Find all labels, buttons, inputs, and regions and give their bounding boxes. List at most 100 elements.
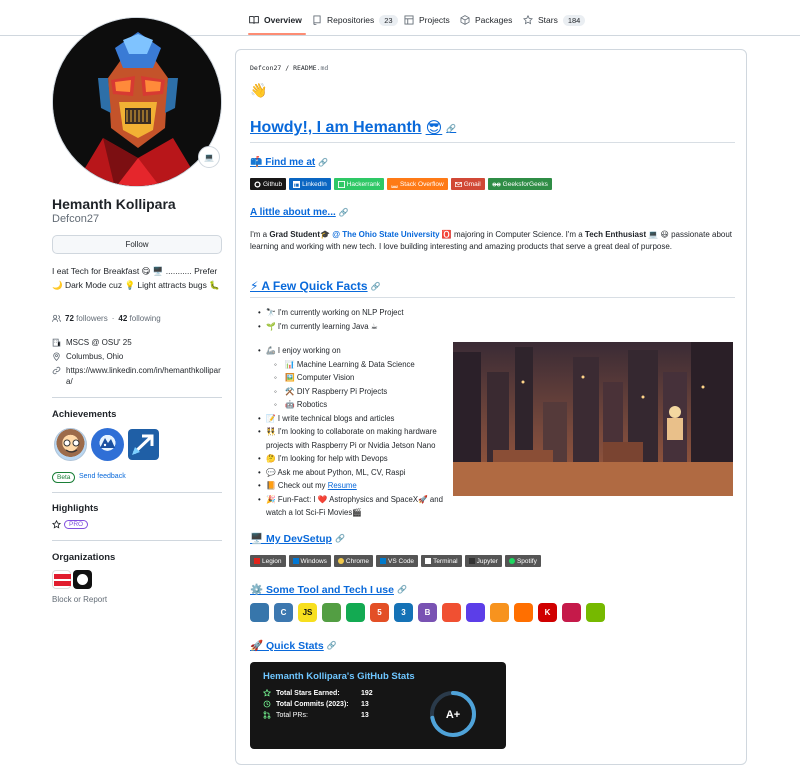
python-icon (250, 603, 269, 622)
heading-rule (250, 297, 735, 298)
readme-path-user[interactable]: Defcon27 (250, 64, 281, 72)
badge-label: Jupyter (476, 557, 498, 565)
about-heading[interactable]: A little about me... 🔗 (250, 207, 349, 218)
anchor-link-icon[interactable]: 🔗 (339, 208, 349, 217)
achievement-badge[interactable] (91, 428, 124, 461)
list-item: 🌱 I'm currently learning Java ☕ (258, 320, 404, 334)
mongodb-icon (346, 603, 365, 622)
geeksforgeeks-badge[interactable]: GeeksforGeeks (487, 178, 552, 190)
badge-label: Windows (300, 557, 327, 565)
shark-icon (100, 438, 115, 448)
readme-path-separator: / (281, 64, 294, 72)
follow-button[interactable]: Follow (52, 235, 222, 254)
about-heading-text: A little about me... (250, 207, 336, 218)
readme-path: Defcon27 / README.md (250, 64, 328, 72)
nvidia-icon (586, 603, 605, 622)
section-divider (52, 540, 222, 541)
c-icon: C (274, 603, 293, 622)
tab-projects[interactable]: Projects (404, 10, 450, 30)
hackerrank-badge[interactable]: Hackerrank (333, 178, 384, 190)
anchor-link-icon[interactable]: 🔗 (335, 534, 345, 543)
badge-label: Spotify (516, 557, 537, 565)
organizations-title: Organizations (52, 552, 116, 563)
quick-stats-heading-text: 🚀 Quick Stats (250, 640, 324, 652)
organization-avatar[interactable] (52, 570, 71, 589)
star-icon (52, 520, 61, 529)
devsetup-heading[interactable]: 🖥️ My DevSetup 🔗 (250, 532, 345, 545)
stackoverflow-badge[interactable]: Stack Overflow (386, 178, 448, 190)
section-divider (52, 492, 222, 493)
jupyter-icon (468, 558, 475, 564)
resume-link[interactable]: Resume (328, 481, 357, 490)
profile-bio: I eat Tech for Breakfast 😋 🖥️ ..........… (52, 266, 220, 290)
tab-overview[interactable]: Overview (249, 10, 302, 30)
quick-facts-heading-text: ⚡ A Few Quick Facts (250, 279, 368, 293)
osu-link[interactable]: @ The Ohio State University (332, 230, 439, 239)
tab-packages[interactable]: Packages (460, 10, 512, 30)
anchor-link-icon[interactable]: 🔗 (397, 585, 407, 594)
heading-rule (250, 142, 735, 143)
list-item: 🖼️ Computer Vision (258, 371, 443, 385)
status-emoji-button[interactable]: 💻 (198, 146, 220, 168)
tab-label: Packages (475, 15, 513, 25)
anchor-link-icon[interactable]: 🔗 (446, 124, 456, 133)
package-icon (460, 15, 470, 25)
anchor-link-icon[interactable]: 🔗 (318, 158, 328, 167)
linkedin-badge[interactable]: LinkedIn (289, 178, 331, 190)
find-me-heading-text: 📫 Find me at (250, 157, 316, 168)
block-or-report-link[interactable]: Block or Report (52, 595, 107, 604)
tools-heading[interactable]: ⚙️ Some Tool and Tech I use 🔗 (250, 583, 407, 596)
table-icon (404, 15, 414, 25)
list-item: 📊 Machine Learning & Data Science (258, 358, 443, 372)
stats-card-title: Hemanth Kollipara's GitHub Stats (263, 671, 415, 682)
list-item: 🔭 I'm currently working on NLP Project (258, 306, 404, 320)
active-tab-indicator (248, 33, 306, 35)
tab-label: Projects (419, 15, 450, 25)
css3-icon: 3 (394, 603, 413, 622)
tab-repositories[interactable]: Repositories 23 (312, 10, 398, 30)
facts-list: 🦾 I enjoy working on 📊 Machine Learning … (258, 344, 443, 520)
location-detail: Columbus, Ohio (52, 351, 227, 362)
star-icon (263, 689, 271, 697)
list-item: 💬 Ask me about Python, ML, CV, Raspi (258, 466, 443, 480)
devsetup-badges: Legion Windows Chrome VS Code Terminal J… (250, 555, 541, 567)
anchor-link-icon[interactable]: 🔗 (327, 641, 337, 650)
badge-label: Stack Overflow (399, 180, 444, 188)
sci-fi-city-gif (453, 342, 733, 496)
followers-label: followers (76, 314, 108, 323)
grade-ring: A+ (430, 691, 476, 737)
anchor-link-icon[interactable]: 🔗 (371, 282, 381, 291)
find-me-heading[interactable]: 📫 Find me at 🔗 (250, 157, 328, 168)
separator-dot: · (111, 314, 115, 323)
stats-label: Total Commits (2023): (276, 700, 349, 708)
legion-icon (254, 558, 260, 564)
windows-icon (292, 558, 299, 564)
star-icon (523, 15, 533, 25)
gmail-badge[interactable]: Gmail (450, 178, 485, 190)
organization-avatar[interactable] (73, 570, 92, 589)
grad-student-text: Grad Student🎓 (269, 230, 330, 239)
github-icon (254, 180, 261, 188)
github-badge[interactable]: Github (250, 178, 287, 190)
social-badges: Github LinkedIn Hackerrank Stack Overflo… (250, 178, 552, 190)
achievement-badge[interactable] (54, 428, 87, 461)
stats-value: 13 (361, 700, 369, 708)
send-feedback-link[interactable]: Send feedback (79, 473, 126, 480)
about-paragraph: I'm a Grad Student🎓 @ The Ohio State Uni… (250, 229, 740, 253)
quick-stats-heading[interactable]: 🚀 Quick Stats 🔗 (250, 639, 337, 652)
website-detail: https://www.linkedin.com/in/hemanthkolli… (52, 365, 227, 387)
list-item: 👯 I'm looking to collaborate on making h… (258, 425, 443, 439)
stats-row: Total Commits (2023): 13 (263, 700, 369, 708)
achievement-badge[interactable] (128, 429, 159, 460)
website-link[interactable]: https://www.linkedin.com/in/hemanthkolli… (66, 365, 227, 387)
about-text: 🅾️ majoring in Computer Science. I'm a (439, 230, 585, 239)
followers-link[interactable]: 72 followers (65, 314, 108, 323)
badge-label: Github (263, 180, 283, 188)
following-link[interactable]: 42 following (118, 314, 160, 323)
repositories-count: 23 (379, 14, 398, 26)
tab-stars[interactable]: Stars 184 (523, 10, 586, 30)
readme-heading[interactable]: Howdy!, I am Hemanth 😎 🔗 (250, 118, 456, 138)
javascript-icon: JS (298, 603, 317, 622)
avatar[interactable] (52, 17, 222, 187)
quick-facts-heading[interactable]: ⚡ A Few Quick Facts 🔗 (250, 279, 381, 293)
